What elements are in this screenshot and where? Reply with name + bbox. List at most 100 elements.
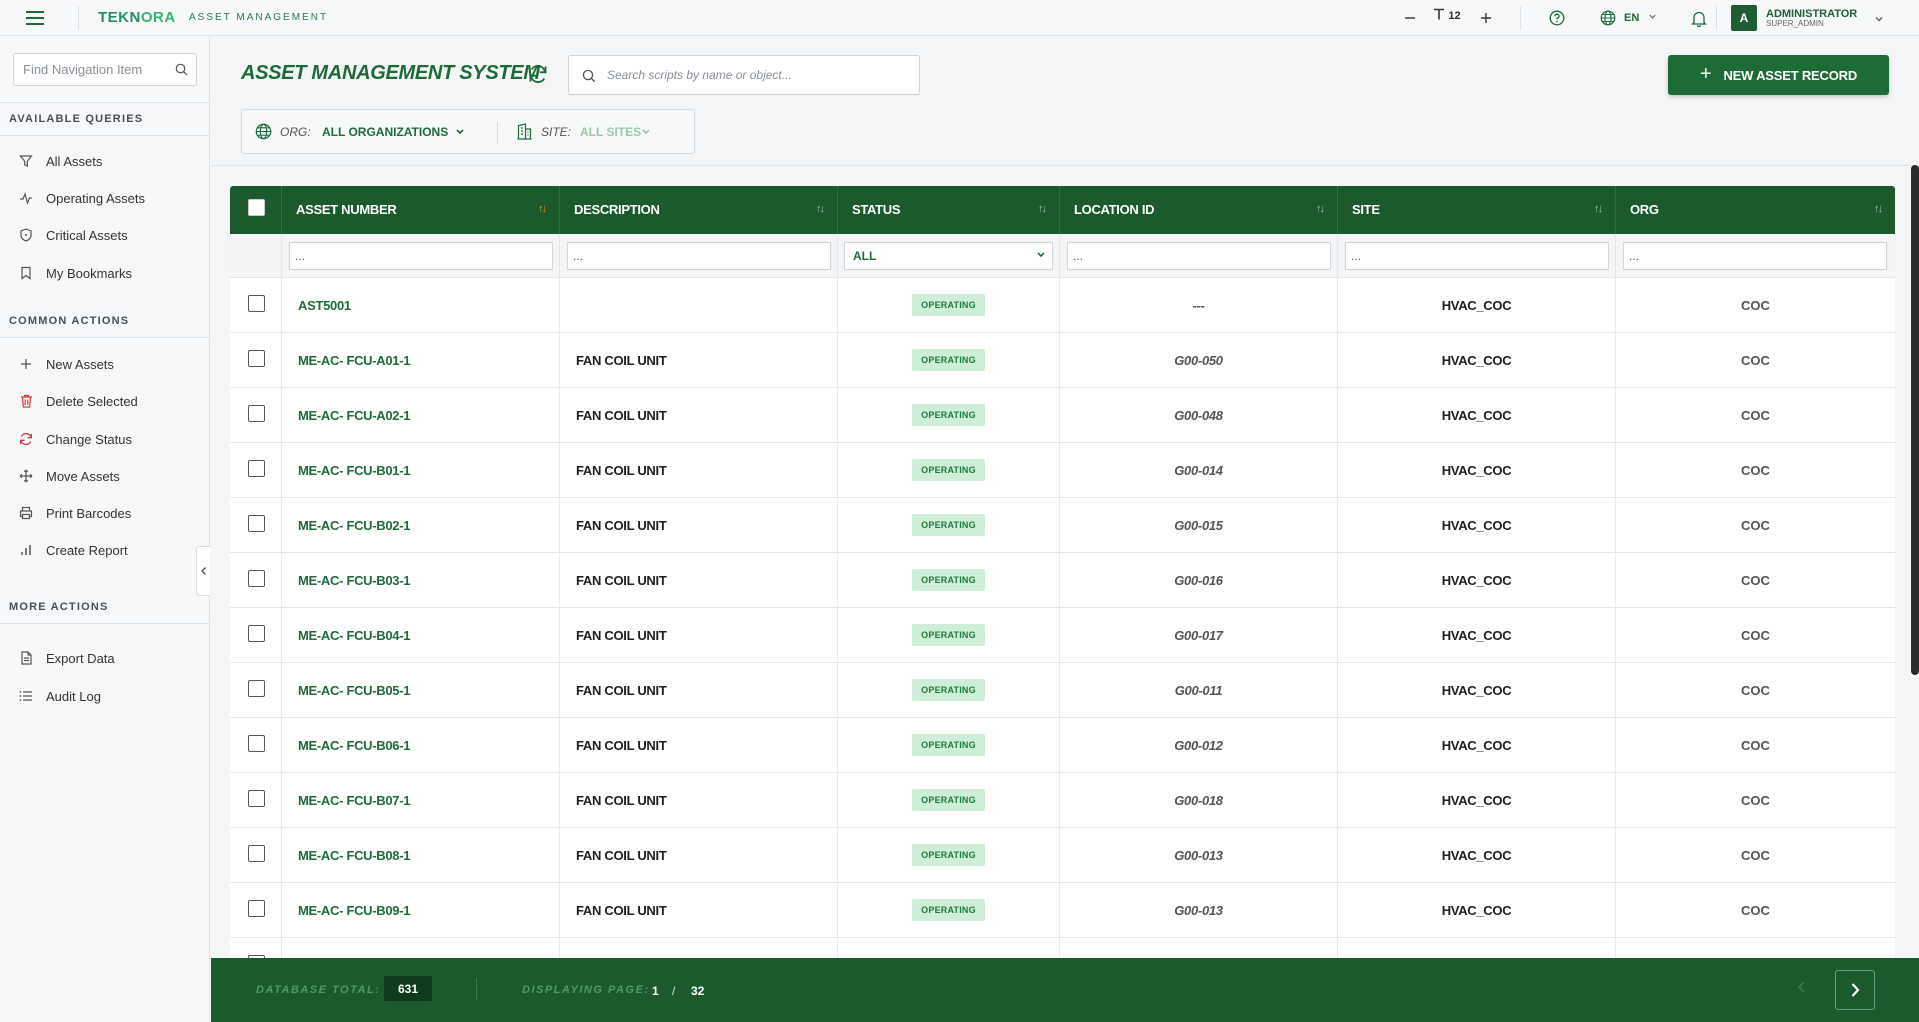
row-checkbox[interactable] [248, 735, 265, 752]
nav-search-input[interactable] [14, 54, 164, 85]
bell-icon[interactable] [1689, 8, 1709, 28]
asset-number-link[interactable]: ME-AC- FCU-B03-1 [282, 573, 411, 588]
table-row[interactable]: ME-AC- FCU-B08-1 FAN COIL UNIT OPERATING G0… [230, 828, 1895, 883]
sidebar-item-operating-assets[interactable]: Operating Assets [0, 183, 209, 213]
column-header-org[interactable]: ORG ↑↓ [1616, 186, 1895, 234]
new-asset-record-button[interactable]: + NEW ASSET RECORD [1668, 55, 1889, 95]
collapse-sidebar-button[interactable] [196, 546, 210, 596]
site-selector[interactable]: ALL SITES [580, 125, 641, 139]
sort-icon[interactable]: ↑↓ [1594, 203, 1603, 215]
asset-number-link[interactable]: ME-AC- FCU-B06-1 [282, 738, 411, 753]
language-selector[interactable]: EN [1624, 12, 1639, 24]
globe-icon[interactable] [1598, 8, 1618, 28]
asset-number-link[interactable]: ME-AC- FCU-B01-1 [282, 463, 411, 478]
table-row[interactable]: ME-AC- FCU-A02-1 FAN COIL UNIT OPERATING G0… [230, 388, 1895, 443]
sidebar-item-critical-assets[interactable]: Critical Assets [0, 220, 209, 250]
column-header-status[interactable]: STATUS ↑↓ [838, 186, 1060, 234]
chevron-down-icon[interactable] [1874, 11, 1884, 29]
asset-number-link[interactable]: ME-AC- FCU-A02-1 [282, 408, 411, 423]
row-checkbox[interactable] [248, 625, 265, 642]
location-id: G00-013 [1174, 848, 1223, 863]
sort-icon[interactable]: ↑↓ [816, 203, 825, 215]
sidebar-item-label: Move Assets [46, 468, 120, 484]
asset-number-link[interactable]: ME-AC- FCU-B05-1 [282, 683, 411, 698]
filter-org-input[interactable] [1623, 242, 1887, 270]
scrollbar[interactable] [1911, 165, 1919, 675]
previous-page-button[interactable] [1797, 978, 1807, 999]
row-checkbox[interactable] [248, 460, 265, 477]
brand-logo[interactable]: TEKNORA [98, 9, 176, 26]
table-row[interactable]: ME-AC- FCU-B09-1 FAN COIL UNIT OPERATING G0… [230, 883, 1895, 938]
table-row[interactable]: ME-AC- FCU-B07-1 FAN COIL UNIT OPERATING G0… [230, 773, 1895, 828]
sidebar-item-audit-log[interactable]: Audit Log [0, 681, 209, 711]
database-total-value: 631 [384, 976, 432, 1001]
asset-number-link[interactable]: ME-AC- FCU-A01-1 [282, 353, 411, 368]
filter-status-select[interactable]: ALL [844, 242, 1053, 270]
site-value: HVAC_COC [1441, 298, 1512, 313]
select-all-checkbox[interactable] [248, 199, 265, 216]
chevron-down-icon[interactable] [455, 124, 465, 142]
column-header-site[interactable]: SITE ↑↓ [1338, 186, 1616, 234]
row-checkbox[interactable] [248, 515, 265, 532]
divider [78, 6, 79, 30]
increase-font-button[interactable] [1476, 8, 1496, 28]
sidebar-item-change-status[interactable]: Change Status [0, 424, 209, 454]
row-checkbox[interactable] [248, 790, 265, 807]
table-row[interactable]: ME-AC- FCU-B02-1 FAN COIL UNIT OPERATING G0… [230, 498, 1895, 553]
asset-number-link[interactable]: ME-AC- FCU-B08-1 [282, 848, 411, 863]
filter-site-input[interactable] [1345, 242, 1609, 270]
avatar[interactable]: A [1731, 5, 1757, 31]
sort-icon[interactable]: ↑↓ [1038, 203, 1047, 215]
sort-icon[interactable]: ↑↓ [1316, 203, 1325, 215]
sort-icon[interactable]: ↑↓ [538, 203, 547, 215]
status-badge: OPERATING [912, 403, 985, 426]
table-row[interactable]: AST5001 OPERATING --- HVAC_COC COC [230, 278, 1895, 333]
refresh-icon[interactable] [527, 63, 549, 90]
row-checkbox[interactable] [248, 405, 265, 422]
column-header-location-id[interactable]: LOCATION ID ↑↓ [1060, 186, 1338, 234]
table-row[interactable] [230, 938, 1895, 958]
row-checkbox[interactable] [248, 680, 265, 697]
table-row[interactable]: ME-AC- FCU-A01-1 FAN COIL UNIT OPERATING G0… [230, 333, 1895, 388]
table-row[interactable]: ME-AC- FCU-B04-1 FAN COIL UNIT OPERATING G0… [230, 608, 1895, 663]
filter-location-input[interactable] [1067, 242, 1331, 270]
sidebar-item-all-assets[interactable]: All Assets [0, 146, 209, 176]
asset-number-link[interactable]: ME-AC- FCU-B02-1 [282, 518, 411, 533]
decrease-font-button[interactable] [1400, 8, 1420, 28]
sidebar-item-create-report[interactable]: Create Report [0, 535, 209, 565]
sidebar-item-new-assets[interactable]: New Assets [0, 349, 209, 379]
row-checkbox[interactable] [248, 845, 265, 862]
row-checkbox[interactable] [248, 570, 265, 587]
script-search-input[interactable] [607, 61, 907, 89]
next-page-button[interactable] [1835, 970, 1875, 1010]
asset-number-link[interactable]: ME-AC- FCU-B04-1 [282, 628, 411, 643]
column-header-description[interactable]: DESCRIPTION ↑↓ [560, 186, 838, 234]
row-checkbox[interactable] [248, 900, 265, 917]
filter-asset-number-input[interactable] [289, 242, 553, 270]
column-header-asset-number[interactable]: ASSET NUMBER ↑↓ [282, 186, 560, 234]
chevron-down-icon[interactable] [641, 124, 651, 142]
sidebar-item-print-barcodes[interactable]: Print Barcodes [0, 498, 209, 528]
asset-number-link[interactable]: ME-AC- FCU-B07-1 [282, 793, 411, 808]
sidebar-item-delete-selected[interactable]: Delete Selected [0, 386, 209, 416]
search-icon[interactable] [175, 63, 188, 81]
sidebar-item-move-assets[interactable]: Move Assets [0, 461, 209, 491]
sort-icon[interactable]: ↑↓ [1874, 203, 1883, 215]
sidebar-item-export-data[interactable]: Export Data [0, 643, 209, 673]
table-row[interactable]: ME-AC- FCU-B03-1 FAN COIL UNIT OPERATING G0… [230, 553, 1895, 608]
help-icon[interactable] [1547, 8, 1567, 28]
table-row[interactable]: ME-AC- FCU-B06-1 FAN COIL UNIT OPERATING G0… [230, 718, 1895, 773]
sidebar-item-my-bookmarks[interactable]: My Bookmarks [0, 258, 209, 288]
row-checkbox[interactable] [248, 295, 265, 312]
table-row[interactable]: ME-AC- FCU-B05-1 FAN COIL UNIT OPERATING G0… [230, 663, 1895, 718]
menu-icon[interactable] [26, 11, 44, 25]
table-row[interactable]: ME-AC- FCU-B01-1 FAN COIL UNIT OPERATING G0… [230, 443, 1895, 498]
chevron-down-icon[interactable] [1648, 10, 1657, 24]
org-selector[interactable]: ALL ORGANIZATIONS [322, 125, 448, 139]
asset-number-link[interactable]: ME-AC- FCU-B09-1 [282, 903, 411, 918]
cell-description: FAN COIL UNIT [560, 498, 838, 553]
asset-number-link[interactable]: AST5001 [282, 298, 351, 313]
filter-description-input[interactable] [567, 242, 831, 270]
status-badge: OPERATING [912, 788, 985, 811]
row-checkbox[interactable] [248, 350, 265, 367]
